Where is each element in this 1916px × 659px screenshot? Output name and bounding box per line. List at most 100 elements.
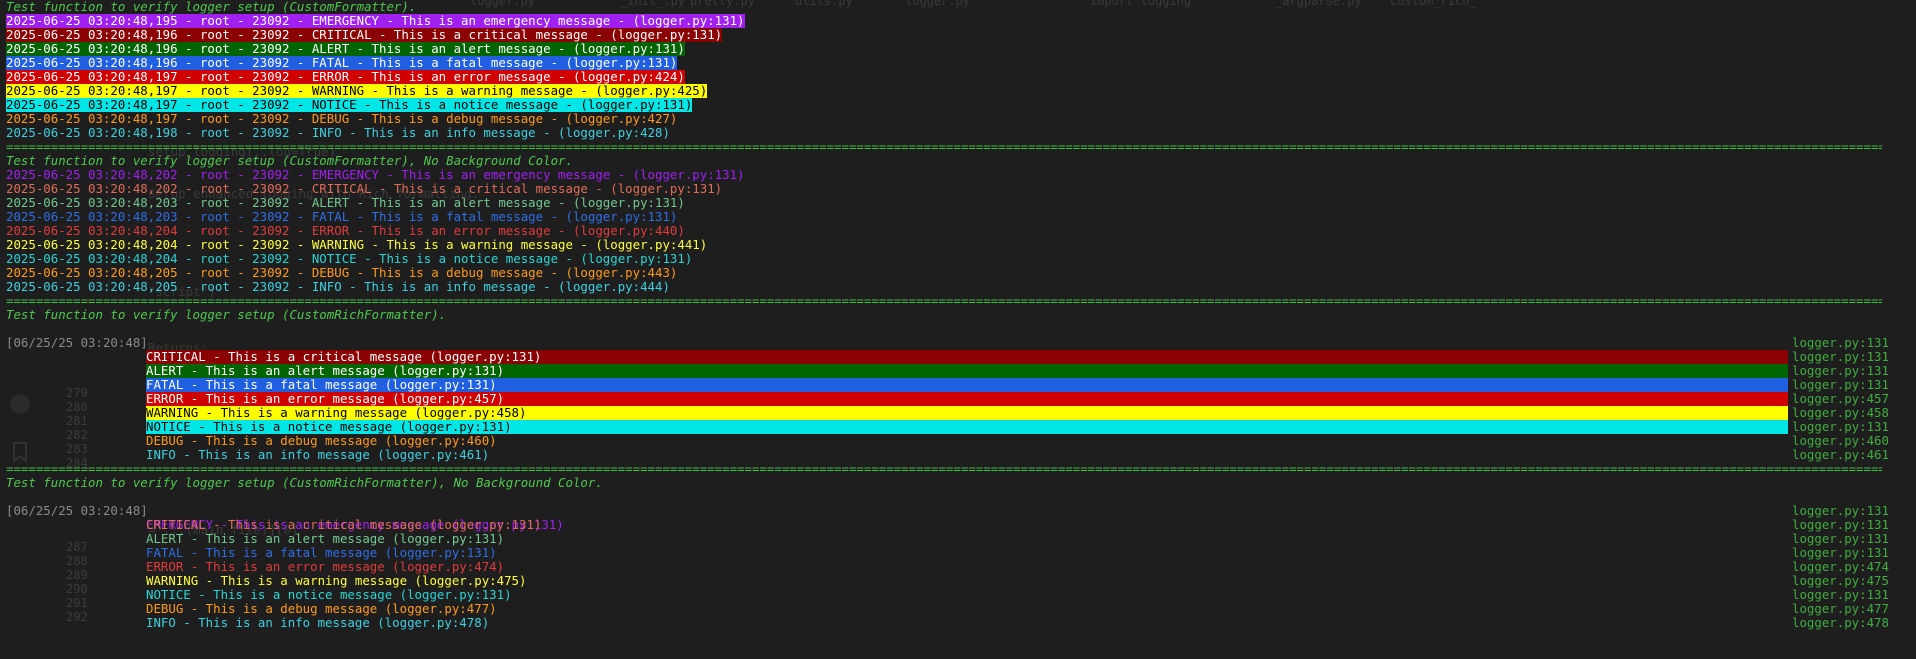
log-source-link[interactable]: logger.py:458 bbox=[1792, 406, 1889, 420]
log-line: 2025-06-25 03:20:48,202 - root - 23092 -… bbox=[6, 182, 1910, 196]
log-line: 2025-06-25 03:20:48,197 - root - 23092 -… bbox=[6, 98, 1910, 112]
log-source-link[interactable]: logger.py:131 bbox=[1792, 364, 1889, 378]
log-source-link[interactable]: logger.py:131 bbox=[1792, 588, 1889, 602]
log-source-link[interactable]: logger.py:478 bbox=[1792, 616, 1889, 630]
log-line-text: 2025-06-25 03:20:48,195 - root - 23092 -… bbox=[6, 14, 745, 28]
log-line: 2025-06-25 03:20:48,195 - root - 23092 -… bbox=[6, 14, 1910, 28]
log-line-text: 2025-06-25 03:20:48,197 - root - 23092 -… bbox=[6, 112, 678, 126]
log-message-bar: ERROR - This is an error message (logger… bbox=[146, 560, 1788, 574]
log-source-link[interactable]: logger.py:131 bbox=[1792, 518, 1889, 532]
log-message-bar: ALERT - This is an alert message (logger… bbox=[146, 364, 1788, 378]
rich-log-line: WARNING - This is a warning message (log… bbox=[6, 406, 1910, 420]
log-line: 2025-06-25 03:20:48,197 - root - 23092 -… bbox=[6, 70, 1910, 84]
log-source-link[interactable]: logger.py:461 bbox=[1792, 448, 1889, 462]
log-message-text: FATAL - This is a fatal message (logger.… bbox=[146, 545, 497, 560]
log-line-text: 2025-06-25 03:20:48,204 - root - 23092 -… bbox=[6, 238, 708, 252]
section-header: Test function to verify logger setup (Cu… bbox=[6, 154, 573, 168]
rich-log-line: INFO - This is an info message (logger.p… bbox=[6, 616, 1910, 630]
log-line-text: 2025-06-25 03:20:48,198 - root - 23092 -… bbox=[6, 126, 670, 140]
log-line: 2025-06-25 03:20:48,205 - root - 23092 -… bbox=[6, 280, 1910, 294]
rich-log-line: INFO - This is an info message (logger.p… bbox=[6, 448, 1910, 462]
log-source-link[interactable]: logger.py:131 bbox=[1792, 546, 1889, 560]
log-message-text: ERROR - This is an error message (logger… bbox=[146, 559, 505, 574]
terminal-output[interactable]: Test function to verify logger setup (Cu… bbox=[6, 0, 1910, 630]
log-line: 2025-06-25 03:20:48,204 - root - 23092 -… bbox=[6, 238, 1910, 252]
separator-line: ========================================… bbox=[6, 462, 1882, 476]
log-message-bar: NOTICE - This is a notice message (logge… bbox=[146, 588, 1788, 602]
log-message-bar: FATAL - This is a fatal message (logger.… bbox=[146, 546, 1788, 560]
log-timestamp: [06/25/25 03:20:48] bbox=[6, 503, 148, 518]
rich-log-line: FATAL - This is a fatal message (logger.… bbox=[6, 378, 1910, 392]
log-message-text: NOTICE - This is a notice message (logge… bbox=[146, 587, 512, 602]
log-source-link[interactable]: logger.py:477 bbox=[1792, 602, 1889, 616]
log-message-text: CRITICAL - This is a critical message (l… bbox=[146, 349, 542, 364]
section-header: Test function to verify logger setup (Cu… bbox=[6, 476, 603, 490]
log-line: 2025-06-25 03:20:48,203 - root - 23092 -… bbox=[6, 210, 1910, 224]
log-source-link[interactable]: logger.py:131 bbox=[1792, 532, 1889, 546]
rich-log-line: ALERT - This is an alert message (logger… bbox=[6, 532, 1910, 546]
section-header: Test function to verify logger setup (Cu… bbox=[6, 0, 417, 14]
rich-log-line: [06/25/25 03:20:48]EMERGENCY - This is a… bbox=[6, 335, 1910, 364]
log-line-text: 2025-06-25 03:20:48,196 - root - 23092 -… bbox=[6, 56, 678, 70]
log-line-text: 2025-06-25 03:20:48,205 - root - 23092 -… bbox=[6, 266, 678, 280]
log-message-bar: ALERT - This is an alert message (logger… bbox=[146, 532, 1788, 546]
log-source-link[interactable]: logger.py:460 bbox=[1792, 434, 1889, 448]
rich-log-line: NOTICE - This is a notice message (logge… bbox=[6, 420, 1910, 434]
log-message-text: ALERT - This is an alert message (logger… bbox=[146, 363, 505, 378]
rich-log-line: WARNING - This is a warning message (log… bbox=[6, 574, 1910, 588]
log-source-link[interactable]: logger.py:457 bbox=[1792, 392, 1889, 406]
log-timestamp: [06/25/25 03:20:48] bbox=[6, 335, 148, 350]
log-line-text: 2025-06-25 03:20:48,196 - root - 23092 -… bbox=[6, 28, 723, 42]
log-line-text: 2025-06-25 03:20:48,205 - root - 23092 -… bbox=[6, 280, 670, 294]
log-message-text: FATAL - This is a fatal message (logger.… bbox=[146, 377, 497, 392]
log-line-text: 2025-06-25 03:20:48,204 - root - 23092 -… bbox=[6, 224, 685, 238]
separator-line: ========================================… bbox=[6, 294, 1882, 308]
log-message-text: NOTICE - This is a notice message (logge… bbox=[146, 419, 512, 434]
log-line: 2025-06-25 03:20:48,197 - root - 23092 -… bbox=[6, 112, 1910, 126]
log-source-link[interactable]: logger.py:131 bbox=[1792, 336, 1889, 350]
rich-log-line: FATAL - This is a fatal message (logger.… bbox=[6, 546, 1910, 560]
log-line: 2025-06-25 03:20:48,197 - root - 23092 -… bbox=[6, 84, 1910, 98]
rich-log-line: ERROR - This is an error message (logger… bbox=[6, 560, 1910, 574]
log-line-text: 2025-06-25 03:20:48,203 - root - 23092 -… bbox=[6, 210, 678, 224]
log-line: 2025-06-25 03:20:48,204 - root - 23092 -… bbox=[6, 252, 1910, 266]
log-message-bar: ERROR - This is an error message (logger… bbox=[146, 392, 1788, 406]
log-message-text: DEBUG - This is a debug message (logger.… bbox=[146, 601, 497, 616]
log-message-bar: WARNING - This is a warning message (log… bbox=[146, 406, 1788, 420]
rich-log-line: CRITICAL - This is a critical message (l… bbox=[6, 350, 1910, 364]
log-line: 2025-06-25 03:20:48,196 - root - 23092 -… bbox=[6, 42, 1910, 56]
separator-line: ========================================… bbox=[6, 140, 1882, 154]
log-source-link[interactable]: logger.py:131 bbox=[1792, 350, 1889, 364]
log-source-link[interactable]: logger.py:131 bbox=[1792, 378, 1889, 392]
log-message-bar: INFO - This is an info message (logger.p… bbox=[146, 616, 1788, 630]
log-message-bar: NOTICE - This is a notice message (logge… bbox=[146, 420, 1788, 434]
section-header: Test function to verify logger setup (Cu… bbox=[6, 308, 447, 322]
log-source-link[interactable]: logger.py:474 bbox=[1792, 560, 1889, 574]
log-message-text: INFO - This is an info message (logger.p… bbox=[146, 447, 490, 462]
log-message-text: ALERT - This is an alert message (logger… bbox=[146, 531, 505, 546]
log-line: 2025-06-25 03:20:48,203 - root - 23092 -… bbox=[6, 196, 1910, 210]
log-line-text: 2025-06-25 03:20:48,196 - root - 23092 -… bbox=[6, 42, 685, 56]
log-message-bar: INFO - This is an info message (logger.p… bbox=[146, 448, 1788, 462]
log-source-link[interactable]: logger.py:131 bbox=[1792, 504, 1889, 518]
log-line: 2025-06-25 03:20:48,205 - root - 23092 -… bbox=[6, 266, 1910, 280]
log-source-link[interactable]: logger.py:131 bbox=[1792, 420, 1889, 434]
log-message-bar: DEBUG - This is a debug message (logger.… bbox=[146, 434, 1788, 448]
rich-log-line: CRITICAL - This is a critical message (l… bbox=[6, 518, 1910, 532]
log-line: 2025-06-25 03:20:48,202 - root - 23092 -… bbox=[6, 168, 1910, 182]
log-line: 2025-06-25 03:20:48,196 - root - 23092 -… bbox=[6, 28, 1910, 42]
log-message-text: WARNING - This is a warning message (log… bbox=[146, 405, 527, 420]
log-message-bar: WARNING - This is a warning message (log… bbox=[146, 574, 1788, 588]
log-message-text: DEBUG - This is a debug message (logger.… bbox=[146, 433, 497, 448]
log-source-link[interactable]: logger.py:475 bbox=[1792, 574, 1889, 588]
log-line: 2025-06-25 03:20:48,198 - root - 23092 -… bbox=[6, 126, 1910, 140]
log-message-bar: CRITICAL - This is a critical message (l… bbox=[146, 518, 1788, 532]
log-message-text: WARNING - This is a warning message (log… bbox=[146, 573, 527, 588]
log-message-bar: CRITICAL - This is a critical message (l… bbox=[146, 350, 1788, 364]
rich-log-line: ALERT - This is an alert message (logger… bbox=[6, 364, 1910, 378]
log-line-text: 2025-06-25 03:20:48,197 - root - 23092 -… bbox=[6, 70, 685, 84]
log-line: 2025-06-25 03:20:48,196 - root - 23092 -… bbox=[6, 56, 1910, 70]
log-line-text: 2025-06-25 03:20:48,197 - root - 23092 -… bbox=[6, 98, 693, 112]
